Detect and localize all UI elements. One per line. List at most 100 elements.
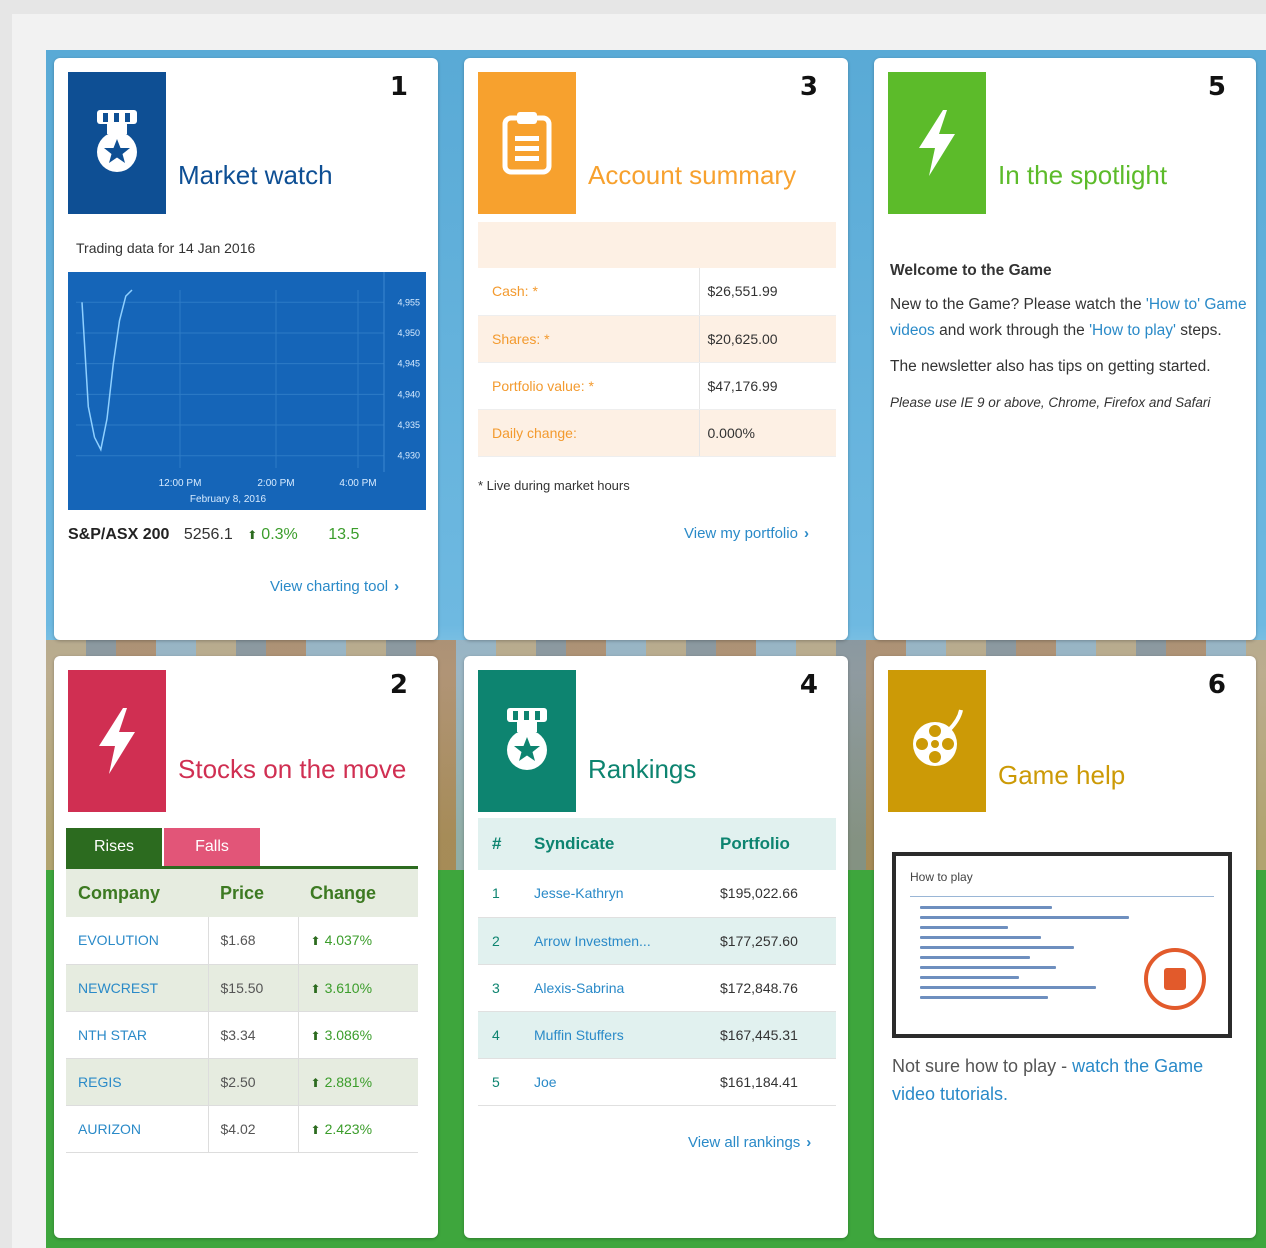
- view-portfolio-link[interactable]: View my portfolio ›: [684, 525, 809, 542]
- view-charting-tool-link[interactable]: View charting tool ›: [270, 578, 399, 595]
- card-number: 1: [389, 72, 408, 102]
- rank-cell: 2: [478, 917, 534, 965]
- medal-icon: [97, 110, 137, 172]
- x-tick-label: 4:00 PM: [339, 478, 376, 489]
- up-arrow-icon: ⬆: [310, 1075, 321, 1090]
- x-tick-label: 2:00 PM: [257, 478, 294, 489]
- summary-label: Portfolio value: *: [478, 362, 700, 410]
- spotlight-card: 5 In the spotlight Welcome to the Game N…: [874, 58, 1256, 640]
- change-cell: ⬆ 2.423%: [298, 1105, 418, 1153]
- market-watch-card: 1 Market watch Trading data for 14 Jan 2…: [54, 58, 438, 640]
- newsletter-paragraph: The newsletter also has tips on getting …: [890, 358, 1211, 375]
- account-summary-card: 3 Account summary Cash: * $26,551.99 Shar…: [464, 58, 848, 640]
- video-title: How to play: [910, 870, 973, 884]
- table-header-row: Company Price Change: [66, 869, 418, 917]
- index-change: ⬆ 0.3%: [247, 526, 298, 543]
- play-badge-icon[interactable]: [1144, 948, 1206, 1010]
- column-header-portfolio: Portfolio: [720, 818, 836, 870]
- syndicate-link[interactable]: Arrow Investmen...: [534, 917, 720, 965]
- syndicate-link[interactable]: Muffin Stuffers: [534, 1011, 720, 1059]
- clipboard-icon: [502, 112, 552, 175]
- chart-date-sublabel: February 8, 2016: [190, 494, 267, 505]
- index-value: 5256.1: [183, 526, 233, 543]
- tab-falls[interactable]: Falls: [164, 828, 260, 866]
- view-all-rankings-link[interactable]: View all rankings ›: [688, 1134, 811, 1151]
- link-label: View all rankings: [688, 1134, 801, 1151]
- company-link[interactable]: EVOLUTION: [66, 917, 209, 965]
- card-title: Market watch: [178, 160, 333, 190]
- how-to-play-link[interactable]: 'How to play': [1089, 322, 1176, 339]
- rank-cell: 4: [478, 1011, 534, 1059]
- up-arrow-icon: ⬆: [310, 934, 321, 949]
- spotlight-body: Welcome to the Game New to the Game? Ple…: [890, 258, 1250, 426]
- card-title: Account summary: [588, 160, 797, 190]
- syndicate-link[interactable]: Alexis-Sabrina: [534, 964, 720, 1012]
- company-link[interactable]: NEWCREST: [66, 964, 209, 1012]
- game-help-text: Not sure how to play - watch the Game vi…: [892, 1052, 1242, 1108]
- market-watch-tile: [68, 72, 166, 214]
- how-to-play-video[interactable]: How to play: [892, 852, 1232, 1038]
- browser-note: Please use IE 9 or above, Chrome, Firefo…: [890, 395, 1211, 410]
- video-thumbnail: How to play: [896, 856, 1228, 1034]
- syndicate-link[interactable]: Joe: [534, 1058, 720, 1106]
- portfolio-cell: $195,022.66: [720, 870, 836, 918]
- portfolio-cell: $172,848.76: [720, 964, 836, 1012]
- chevron-right-icon: ›: [394, 578, 400, 595]
- change-cell: ⬆ 3.086%: [298, 1011, 418, 1059]
- index-change-points: 13.5: [328, 526, 360, 543]
- change-value: 4.037%: [324, 932, 373, 949]
- page-frame: 1 Market watch Trading data for 14 Jan 2…: [12, 14, 1266, 1248]
- tab-rises[interactable]: Rises: [66, 828, 162, 866]
- summary-value: $47,176.99: [699, 362, 836, 410]
- y-tick-label: 4,940: [397, 389, 420, 399]
- stocks-table: Company Price Change EVOLUTION $1.68 ⬆ 4.…: [66, 869, 418, 1153]
- card-number: 5: [1207, 72, 1226, 102]
- card-title: Game help: [998, 760, 1126, 790]
- summary-label: Shares: *: [478, 315, 700, 363]
- game-help-card: 6 Game help How to play Not sure how to …: [874, 656, 1256, 1238]
- change-cell: ⬆ 3.610%: [298, 964, 418, 1012]
- company-link[interactable]: NTH STAR: [66, 1011, 209, 1059]
- company-link[interactable]: AURIZON: [66, 1105, 209, 1153]
- price-cell: $3.34: [208, 1011, 299, 1059]
- summary-value: $20,625.00: [699, 315, 836, 363]
- rises-falls-tabs: Rises Falls: [66, 828, 262, 866]
- card-number: 2: [389, 670, 408, 700]
- up-arrow-icon: ⬆: [247, 528, 258, 542]
- change-value: 2.881%: [324, 1073, 373, 1090]
- portfolio-cell: $161,184.41: [720, 1058, 836, 1106]
- spotlight-tile: [888, 72, 986, 214]
- syndicate-link[interactable]: Jesse-Kathryn: [534, 870, 720, 918]
- rankings-table: # Syndicate Portfolio 1 Jesse-Kathryn $1…: [478, 818, 836, 1106]
- change-cell: ⬆ 4.037%: [298, 917, 418, 965]
- dashboard-background: 1 Market watch Trading data for 14 Jan 2…: [46, 50, 1266, 1248]
- chevron-right-icon: ›: [806, 1134, 812, 1151]
- spotlight-paragraph: New to the Game? Please watch the 'How t…: [890, 292, 1250, 344]
- table-row: 3 Alexis-Sabrina $172,848.76: [478, 964, 836, 1012]
- column-header-company: Company: [66, 869, 208, 917]
- index-change-pct: 0.3%: [261, 526, 298, 543]
- rank-cell: 5: [478, 1058, 534, 1106]
- company-link[interactable]: REGIS: [66, 1058, 209, 1106]
- table-row: REGIS $2.50 ⬆ 2.881%: [66, 1058, 418, 1106]
- card-number: 4: [799, 670, 818, 700]
- market-chart[interactable]: 4,955 4,950 4,945 4,940 4,935 4,930 12:00 PM 2…: [68, 272, 426, 510]
- link-label: View my portfolio: [684, 525, 798, 542]
- video-text-lines: [920, 906, 1140, 1006]
- text: steps.: [1175, 322, 1222, 339]
- column-header-rank: #: [478, 818, 534, 870]
- x-tick-label: 12:00 PM: [159, 478, 202, 489]
- medal-icon: [507, 708, 547, 770]
- rank-cell: 3: [478, 964, 534, 1012]
- lightning-icon: [99, 708, 135, 774]
- table-row: 2 Arrow Investmen... $177,257.60: [478, 917, 836, 965]
- table-row: NTH STAR $3.34 ⬆ 3.086%: [66, 1011, 418, 1059]
- portfolio-cell: $167,445.31: [720, 1011, 836, 1059]
- text: and work through the: [934, 322, 1090, 339]
- price-cell: $15.50: [208, 964, 299, 1012]
- rank-cell: 1: [478, 870, 534, 918]
- table-row: 5 Joe $161,184.41: [478, 1058, 836, 1106]
- up-arrow-icon: ⬆: [310, 981, 321, 996]
- card-title: Rankings: [588, 754, 697, 784]
- summary-row: Daily change: 0.000%: [478, 409, 836, 457]
